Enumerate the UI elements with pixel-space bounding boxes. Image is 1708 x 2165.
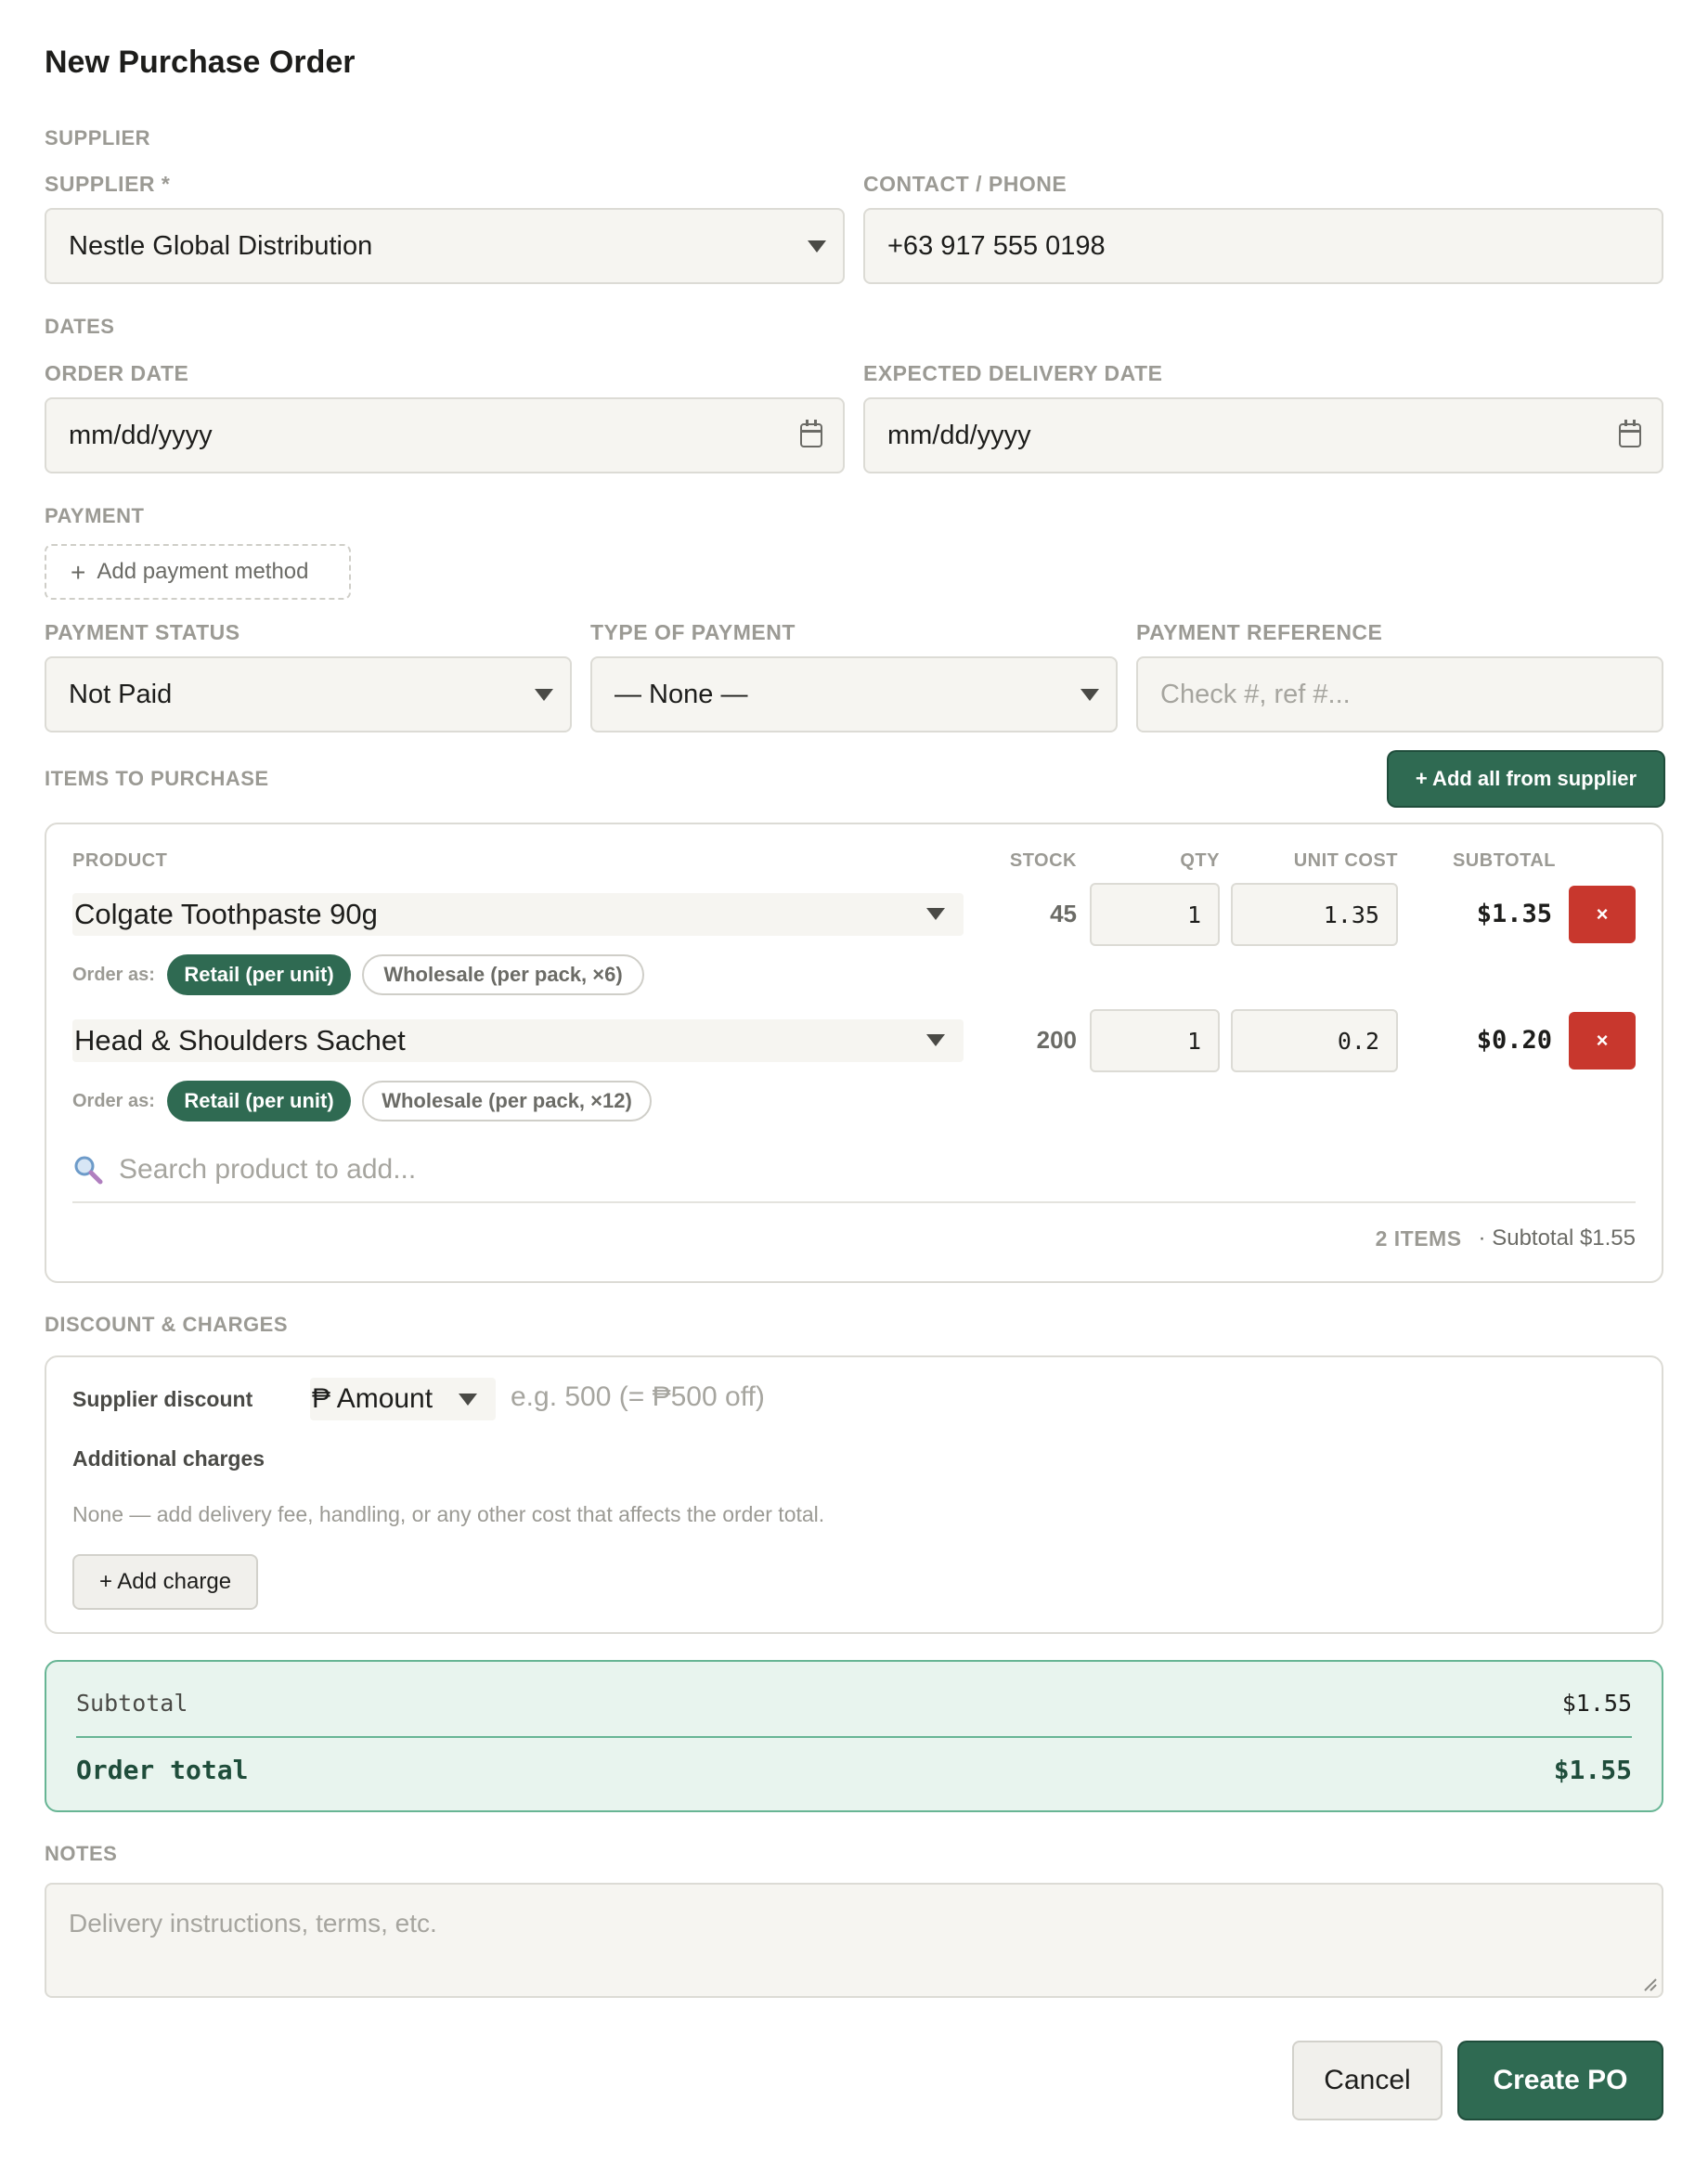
chevron-down-icon [926,908,945,920]
discount-amount-input[interactable]: e.g. 500 (= ₱500 off) [511,1381,765,1413]
column-header-stock: STOCK [1009,850,1077,871]
retail-option-pill[interactable]: Retail (per unit) [167,954,351,995]
chevron-down-icon [1080,689,1099,701]
cancel-button[interactable]: Cancel [1292,2041,1443,2120]
product-select[interactable]: Head & Shoulders Sachet [72,1019,964,1062]
add-all-from-supplier-button[interactable]: + Add all from supplier [1389,752,1663,806]
items-summary: 2 ITEMS · Subtotal $1.55 [1021,1225,1636,1251]
stock-value: 200 [1036,1026,1077,1054]
payment-reference-placeholder: Check #, ref #... [1160,679,1351,709]
totals-subtotal-label: Subtotal [76,1690,188,1717]
supplier-select[interactable]: Nestle Global Distribution [45,208,845,284]
line-subtotal: $1.35 [1476,900,1552,928]
add-payment-method-label: Add payment method [97,559,309,584]
close-icon: × [1596,902,1609,926]
product-search-placeholder: Search product to add... [119,1154,417,1185]
remove-item-button[interactable]: × [1569,1012,1636,1070]
notes-textarea[interactable]: Delivery instructions, terms, etc. [45,1883,1663,1998]
payment-reference-label: PAYMENT REFERENCE [1136,620,1383,644]
items-divider [72,1201,1636,1203]
items-subtotal: · Subtotal $1.55 [1478,1225,1636,1251]
unit-cost-input[interactable]: 1.35 [1231,883,1398,946]
contact-phone-value: +63 917 555 0198 [887,230,1106,261]
notes-placeholder: Delivery instructions, terms, etc. [69,1909,437,1938]
column-header-qty: QTY [1180,850,1220,871]
qty-input[interactable]: 1 [1090,883,1220,946]
delivery-date-input[interactable]: mm/dd/yyyy [863,397,1663,473]
totals-subtotal-value: $1.55 [1561,1690,1632,1717]
payment-status-select[interactable]: Not Paid [45,656,572,732]
supplier-select-value: Nestle Global Distribution [69,230,373,261]
dates-section-label: DATES [45,315,115,338]
product-select-value: Colgate Toothpaste 90g [74,898,378,930]
column-header-subtotal: SUBTOTAL [1452,850,1556,871]
unit-cost-input[interactable]: 0.2 [1231,1009,1398,1072]
order-date-value: mm/dd/yyyy [69,420,213,450]
purchase-order-modal: New Purchase Order SUPPLIER SUPPLIER * C… [0,0,1708,2165]
stock-value: 45 [1050,900,1077,927]
column-header-unit-cost: UNIT COST [1293,850,1398,871]
chevron-down-icon [535,689,553,701]
search-icon [74,1156,103,1185]
contact-field-label: CONTACT / PHONE [863,172,1068,196]
calendar-icon[interactable] [1619,420,1641,447]
line-subtotal: $0.20 [1476,1026,1552,1055]
order-date-label: ORDER DATE [45,361,189,385]
discount-type-select[interactable]: ₱ Amount [310,1378,496,1420]
chevron-down-icon [926,1034,945,1046]
order-total-value: $1.55 [1553,1755,1632,1785]
payment-section-label: PAYMENT [45,504,145,527]
payment-reference-input[interactable]: Check #, ref #... [1136,656,1663,732]
totals-divider [76,1736,1632,1738]
additional-charges-label: Additional charges [72,1446,265,1471]
wholesale-option-pill[interactable]: Wholesale (per pack, ×6) [362,954,644,995]
close-icon: × [1596,1029,1609,1052]
retail-option-pill[interactable]: Retail (per unit) [167,1081,351,1121]
product-search-input[interactable]: Search product to add... [72,1142,1636,1198]
remove-item-button[interactable]: × [1569,886,1636,943]
product-select[interactable]: Colgate Toothpaste 90g [72,893,964,936]
payment-type-value: — None — [615,679,748,709]
delivery-date-value: mm/dd/yyyy [887,420,1031,450]
order-date-input[interactable]: mm/dd/yyyy [45,397,845,473]
wholesale-option-pill[interactable]: Wholesale (per pack, ×12) [362,1081,652,1121]
additional-charges-note: None — add delivery fee, handling, or an… [72,1502,825,1526]
items-count: 2 ITEMS [1375,1225,1462,1251]
chevron-down-icon [808,240,826,253]
supplier-discount-label: Supplier discount [72,1387,253,1411]
add-payment-method-button[interactable]: + Add payment method [45,544,351,600]
supplier-section-label: SUPPLIER [45,126,151,149]
plus-icon: + [71,558,86,587]
payment-status-label: PAYMENT STATUS [45,620,240,644]
discount-card [45,1355,1663,1634]
chevron-down-icon [459,1394,477,1406]
product-select-value: Head & Shoulders Sachet [74,1024,406,1057]
order-as-label: Order as: [72,1091,155,1111]
supplier-field-label: SUPPLIER * [45,172,171,196]
items-section-label: ITEMS TO PURCHASE [45,767,269,790]
order-as-label: Order as: [72,965,155,985]
order-total-label: Order total [76,1755,249,1785]
delivery-date-label: EXPECTED DELIVERY DATE [863,361,1163,385]
notes-section-label: NOTES [45,1842,118,1865]
discount-section-label: DISCOUNT & CHARGES [45,1313,289,1336]
modal-title: New Purchase Order [45,45,356,80]
calendar-icon[interactable] [800,420,822,447]
qty-input[interactable]: 1 [1090,1009,1220,1072]
column-header-product: PRODUCT [72,850,168,871]
create-po-button[interactable]: Create PO [1459,2042,1662,2119]
discount-type-value: ₱ Amount [312,1383,433,1414]
resize-handle-icon[interactable] [1641,1976,1658,1992]
contact-phone-input[interactable]: +63 917 555 0198 [863,208,1663,284]
payment-type-label: TYPE OF PAYMENT [590,620,796,644]
payment-type-select[interactable]: — None — [590,656,1118,732]
payment-status-value: Not Paid [69,679,173,709]
add-charge-button[interactable]: + Add charge [72,1554,258,1610]
